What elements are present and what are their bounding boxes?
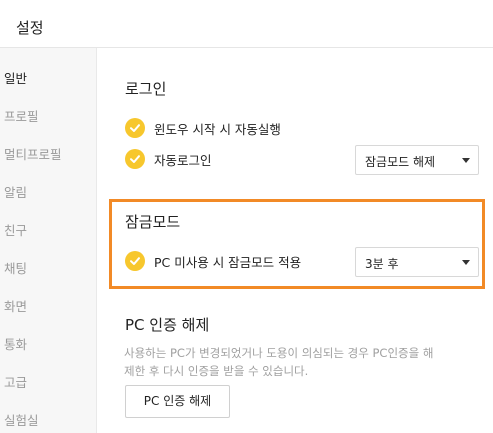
sidebar-item-call[interactable]: 통화 — [0, 326, 96, 364]
autologin-label: 자동로그인 — [154, 152, 212, 168]
autologin-select[interactable]: 잠금모드 해제 — [355, 145, 479, 175]
sidebar-item-display[interactable]: 화면 — [0, 288, 96, 326]
checkmark-icon[interactable] — [125, 251, 145, 271]
sidebar-item-chat[interactable]: 채팅 — [0, 250, 96, 288]
pc-auth-section-title: PC 인증 해제 — [125, 316, 210, 334]
autostart-label: 윈도우 시작 시 자동실행 — [154, 121, 281, 137]
sidebar-item-labs[interactable]: 실험실 — [0, 402, 96, 433]
pc-auth-description: 사용하는 PC가 변경되었거나 도용이 의심되는 경우 PC인증을 해 제한 후… — [124, 344, 484, 380]
autologin-select-value: 잠금모드 해제 — [365, 155, 436, 169]
sidebar-item-advanced[interactable]: 고급 — [0, 364, 96, 402]
sidebar-item-friends[interactable]: 친구 — [0, 212, 96, 250]
sidebar-item-notifications[interactable]: 알림 — [0, 174, 96, 212]
checkmark-icon[interactable] — [125, 149, 145, 169]
idle-lock-label: PC 미사용 시 잠금모드 적용 — [154, 254, 302, 270]
title-bar: 설정 — [0, 0, 493, 48]
login-section-title: 로그인 — [125, 80, 167, 98]
sidebar: 일반 프로필 멀티프로필 알림 친구 채팅 화면 통화 고급 실험실 — [0, 48, 97, 433]
autostart-option[interactable]: 윈도우 시작 시 자동실행 — [125, 117, 281, 139]
pc-auth-description-line: 사용하는 PC가 변경되었거나 도용이 의심되는 경우 PC인증을 해 — [124, 346, 434, 360]
idle-lock-select[interactable]: 3분 후 — [355, 247, 479, 277]
sidebar-item-multiprofile[interactable]: 멀티프로필 — [0, 136, 96, 174]
pc-auth-reset-button[interactable]: PC 인증 해제 — [125, 385, 230, 418]
chevron-down-icon — [462, 260, 470, 265]
sidebar-item-general[interactable]: 일반 — [0, 60, 96, 98]
settings-content: 로그인 윈도우 시작 시 자동실행 자동로그인 잠금모드 해제 잠금모드 PC … — [98, 48, 493, 433]
idle-lock-option[interactable]: PC 미사용 시 잠금모드 적용 — [125, 250, 301, 272]
autologin-option[interactable]: 자동로그인 — [125, 148, 212, 170]
lock-section-title: 잠금모드 — [125, 213, 181, 231]
chevron-down-icon — [462, 158, 470, 163]
checkmark-icon[interactable] — [125, 118, 145, 138]
sidebar-item-profile[interactable]: 프로필 — [0, 98, 96, 136]
window-title: 설정 — [16, 19, 44, 37]
idle-lock-select-value: 3분 후 — [365, 257, 399, 271]
pc-auth-description-line: 제한 후 다시 인증을 받을 수 있습니다. — [124, 364, 309, 378]
